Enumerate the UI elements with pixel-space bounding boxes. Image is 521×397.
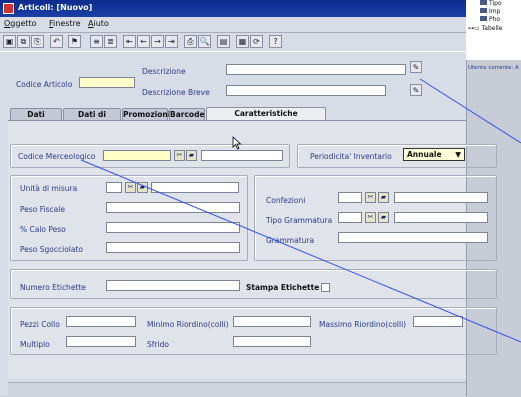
- tree-item[interactable]: Imp: [480, 8, 500, 15]
- menu-bar: Oggetto Finestre Aiuto: [0, 17, 466, 31]
- copy-icon[interactable]: ⧉: [17, 35, 30, 48]
- multiplo-label: Multiplo: [20, 340, 50, 349]
- codice-merceologico-search-icon[interactable]: ✂: [174, 150, 185, 161]
- navigation-tree: Tipo Imp Pho ⊶▭ Tabelle Utente corrente:…: [466, 0, 521, 71]
- last-icon[interactable]: ⇥: [165, 35, 178, 48]
- codice-merceologico-folder-icon[interactable]: ▰: [186, 150, 197, 161]
- descrizione-lookup-icon[interactable]: ✎: [410, 61, 422, 73]
- print-icon[interactable]: ⎙: [184, 35, 197, 48]
- tab-dati-primari[interactable]: Dati Primari: [10, 108, 62, 130]
- refresh-icon[interactable]: ⟳: [250, 35, 263, 48]
- stampa-etichette-checkbox[interactable]: [321, 283, 330, 292]
- codice-merceologico-label: Codice Merceologico: [18, 152, 96, 161]
- tab-caratteristiche-merceologiche[interactable]: Caratteristiche merceologiche: [206, 107, 326, 129]
- menu-finestre[interactable]: Finestre: [49, 19, 81, 28]
- confezioni-label: Confezioni: [266, 196, 306, 205]
- grammatura-input[interactable]: [338, 232, 488, 243]
- preview-icon[interactable]: 🔍: [198, 35, 211, 48]
- status-bar: [8, 382, 466, 397]
- folder-icon: ⊶▭: [468, 25, 480, 32]
- pezzi-collo-input[interactable]: [66, 316, 136, 327]
- sfrido-input[interactable]: [233, 336, 311, 347]
- calo-peso-label: % Calo Peso: [20, 225, 66, 234]
- massimo-riordino-input[interactable]: [413, 316, 463, 327]
- window-title: Articoli: [Nuovo]: [18, 3, 93, 12]
- calo-peso-input[interactable]: [106, 222, 240, 233]
- peso-sgocciolato-label: Peso Sgocciolato: [20, 245, 83, 254]
- menu-oggetto[interactable]: Oggetto: [4, 19, 37, 28]
- descrizione-input[interactable]: [226, 64, 406, 75]
- unita-misura-label: Unità di misura: [20, 184, 78, 193]
- periodicita-label: Periodicita' Inventario: [310, 152, 392, 161]
- confezioni-folder-icon[interactable]: ▰: [378, 192, 389, 203]
- minimo-riordino-label: Minimo Riordino(colli): [147, 320, 229, 329]
- menu-aiuto[interactable]: Aiuto: [88, 19, 109, 28]
- tab-barcode[interactable]: Barcode: [169, 108, 205, 120]
- peso-fiscale-label: Peso Fiscale: [20, 205, 65, 214]
- unita-misura-desc: [151, 182, 239, 193]
- undo-icon[interactable]: ↶: [50, 35, 63, 48]
- unita-misura-input[interactable]: [106, 182, 122, 193]
- grammatura-label: Grammatura: [266, 236, 315, 245]
- confezioni-desc: [394, 192, 488, 203]
- title-bar: Articoli: [Nuovo]: [0, 0, 466, 17]
- descrizione-breve-label: Descrizione Breve: [142, 88, 210, 97]
- toolbar: ▣ ⧉ ⎘ ↶ ⚑ ≡ ≣ ⇤ ← → ⇥ ⎙ 🔍 ▤ ▦ ⟳?: [0, 32, 466, 52]
- filter-icon[interactable]: ⚑: [68, 35, 81, 48]
- table-icon: [480, 16, 487, 21]
- first-icon[interactable]: ⇤: [123, 35, 136, 48]
- peso-fiscale-input[interactable]: [106, 202, 240, 213]
- numero-etichette-label: Numero Etichette: [20, 283, 86, 292]
- massimo-riordino-label: Massimo Riordino(colli): [319, 320, 407, 329]
- sort-icon[interactable]: ≡: [90, 35, 103, 48]
- codice-articolo-label: Codice Articolo: [16, 80, 73, 89]
- codice-merceologico-desc: [201, 150, 283, 161]
- help-icon[interactable]: ?: [269, 35, 282, 48]
- mouse-cursor-icon: [232, 136, 242, 150]
- riordino-panel: [10, 307, 497, 355]
- chevron-down-icon: ▼: [455, 150, 461, 159]
- tree-item[interactable]: Pho: [480, 16, 500, 23]
- unita-misura-folder-icon[interactable]: ▰: [137, 182, 148, 193]
- tree-folder-tabelle[interactable]: ⊶▭ Tabelle: [468, 25, 502, 32]
- table-icon: [480, 0, 487, 5]
- codice-articolo-input[interactable]: [79, 77, 135, 88]
- sfrido-label: Sfrido: [147, 340, 169, 349]
- unita-misura-search-icon[interactable]: ✂: [125, 182, 136, 193]
- sort-desc-icon[interactable]: ≣: [104, 35, 117, 48]
- save-icon[interactable]: ▣: [3, 35, 16, 48]
- tipo-grammatura-desc: [394, 212, 488, 223]
- tipo-grammatura-input[interactable]: [338, 212, 362, 223]
- peso-sgocciolato-input[interactable]: [106, 242, 240, 253]
- tree-item[interactable]: Tipo: [480, 0, 502, 7]
- multiplo-input[interactable]: [66, 336, 136, 347]
- export-icon[interactable]: ▤: [217, 35, 230, 48]
- confezioni-input[interactable]: [338, 192, 362, 203]
- prev-icon[interactable]: ←: [137, 35, 150, 48]
- articoli-window: Articoli: [Nuovo] Oggetto Finestre Aiuto…: [0, 0, 497, 397]
- codice-merceologico-input[interactable]: [103, 150, 171, 161]
- descrizione-breve-lookup-icon[interactable]: ✎: [410, 84, 422, 96]
- calc-icon[interactable]: ▦: [236, 35, 249, 48]
- descrizione-label: Descrizione: [142, 67, 186, 76]
- tipo-grammatura-label: Tipo Grammatura: [266, 216, 333, 225]
- periodicita-value: Annuale: [407, 150, 442, 159]
- numero-etichette-input[interactable]: [106, 280, 240, 291]
- paste-icon[interactable]: ⎘: [31, 35, 44, 48]
- next-icon[interactable]: →: [151, 35, 164, 48]
- pezzi-collo-label: Pezzi Collo: [20, 320, 60, 329]
- table-icon: [480, 8, 487, 13]
- confezioni-search-icon[interactable]: ✂: [365, 192, 376, 203]
- descrizione-breve-input[interactable]: [226, 85, 386, 96]
- stampa-etichette-label: Stampa Etichette: [246, 283, 320, 292]
- current-user-label: Utente corrente: A: [468, 65, 519, 71]
- tipo-grammatura-folder-icon[interactable]: ▰: [378, 212, 389, 223]
- tab-dati-vendita[interactable]: Dati di vendita: [63, 108, 121, 130]
- tab-promozioni[interactable]: Promozioni: [122, 108, 170, 120]
- tipo-grammatura-search-icon[interactable]: ✂: [365, 212, 376, 223]
- app-icon: [3, 3, 14, 14]
- periodicita-select[interactable]: Annuale ▼: [403, 148, 465, 161]
- minimo-riordino-input[interactable]: [233, 316, 311, 327]
